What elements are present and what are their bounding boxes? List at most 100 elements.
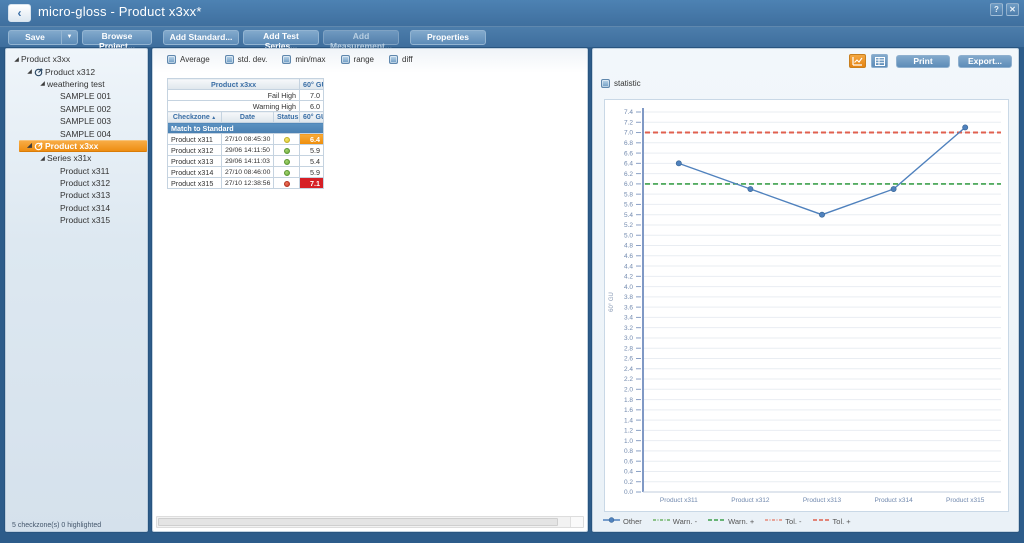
tree-item-product-x312[interactable]: ◢Product x312 bbox=[6, 65, 147, 77]
expander-icon[interactable]: ◢ bbox=[12, 56, 21, 63]
status-dot-ok bbox=[284, 159, 290, 165]
checkbox-box bbox=[389, 55, 398, 64]
tree-item-product-x314[interactable]: Product x314 bbox=[6, 202, 147, 214]
svg-text:2.6: 2.6 bbox=[624, 356, 633, 363]
chart-view-button[interactable] bbox=[849, 54, 866, 68]
app-window: ‹ micro-gloss - Product x3xx* ? ✕ Save ▼… bbox=[0, 0, 1024, 543]
back-button[interactable]: ‹ bbox=[8, 4, 31, 22]
column-header-60-gu[interactable]: 60° GU bbox=[300, 112, 324, 123]
table-title: Product x3xx bbox=[168, 79, 300, 90]
svg-text:1.6: 1.6 bbox=[624, 407, 633, 414]
table-row[interactable]: Product x31127/10 08:45:306.4 bbox=[168, 134, 324, 145]
svg-text:2.4: 2.4 bbox=[624, 366, 633, 373]
properties-button[interactable]: Properties bbox=[410, 30, 486, 45]
tree-item-series-x31x[interactable]: ◢Series x31x bbox=[6, 152, 147, 164]
title-bar: ‹ micro-gloss - Product x3xx* ? ✕ bbox=[0, 0, 1024, 26]
close-button[interactable]: ✕ bbox=[1006, 3, 1019, 16]
svg-text:5.2: 5.2 bbox=[624, 222, 633, 229]
row-date: 29/06 14:11:03 bbox=[222, 156, 274, 167]
checkbox-std-dev-[interactable]: std. dev. bbox=[225, 55, 268, 64]
expander-icon[interactable]: ◢ bbox=[25, 142, 34, 149]
tree-item-product-x315[interactable]: Product x315 bbox=[6, 214, 147, 226]
svg-text:7.4: 7.4 bbox=[624, 109, 633, 116]
add-test-series-button[interactable]: Add Test Series... bbox=[243, 30, 319, 45]
tree-item-sample-002[interactable]: SAMPLE 002 bbox=[6, 103, 147, 115]
expander-icon[interactable]: ◢ bbox=[38, 155, 47, 162]
table-row[interactable]: Product x31427/10 08:46:005.9 bbox=[168, 167, 324, 178]
svg-text:Product x312: Product x312 bbox=[731, 497, 770, 504]
scrollbar-thumb[interactable] bbox=[158, 518, 558, 526]
row-value: 6.4 bbox=[300, 134, 324, 145]
legend-label: Tol. - bbox=[785, 517, 801, 526]
status-dot-ok bbox=[284, 170, 290, 176]
checkbox-label: range bbox=[354, 55, 374, 64]
legend-item-tol-: Tol. + bbox=[813, 516, 851, 526]
svg-text:2.8: 2.8 bbox=[624, 345, 633, 352]
table-row[interactable]: Product x31527/10 12:38:567.1 bbox=[168, 178, 324, 189]
checkbox-min-max[interactable]: min/max bbox=[282, 55, 325, 64]
legend-dashdot-icon bbox=[653, 516, 670, 526]
tree-item-sample-004[interactable]: SAMPLE 004 bbox=[6, 127, 147, 139]
browse-project-button[interactable]: Browse Project... bbox=[82, 30, 152, 45]
svg-text:7.2: 7.2 bbox=[624, 119, 633, 126]
statistic-checkbox[interactable]: statistic bbox=[601, 79, 641, 88]
export-button[interactable]: Export... bbox=[958, 55, 1012, 68]
checkbox-average[interactable]: Average bbox=[167, 55, 210, 64]
table-row[interactable]: Product x31329/06 14:11:035.4 bbox=[168, 156, 324, 167]
svg-text:1.8: 1.8 bbox=[624, 397, 633, 404]
chart-toolbar: Print Export... bbox=[849, 54, 1012, 68]
svg-text:0.8: 0.8 bbox=[624, 448, 633, 455]
tree-item-label: Product x311 bbox=[60, 166, 109, 176]
svg-text:1.0: 1.0 bbox=[624, 438, 633, 445]
checkbox-box bbox=[225, 55, 234, 64]
checkbox-box bbox=[601, 79, 610, 88]
tree-item-label: Product x3xx bbox=[45, 141, 98, 151]
tree-item-product-x312[interactable]: Product x312 bbox=[6, 177, 147, 189]
column-header-date[interactable]: Date bbox=[222, 112, 274, 123]
tree-item-sample-003[interactable]: SAMPLE 003 bbox=[6, 115, 147, 127]
tree-item-label: Product x313 bbox=[60, 190, 110, 200]
table-row[interactable]: Product x31229/06 14:11:505.9 bbox=[168, 145, 324, 156]
scrollbar-corner bbox=[570, 517, 583, 527]
column-header-status[interactable]: Status bbox=[274, 112, 300, 123]
svg-text:1.2: 1.2 bbox=[624, 428, 633, 435]
horizontal-scrollbar[interactable] bbox=[156, 516, 584, 528]
tree-item-label: SAMPLE 004 bbox=[60, 129, 111, 139]
checkbox-label: std. dev. bbox=[238, 55, 268, 64]
tree-item-product-x3xx[interactable]: ◢ Product x3xx bbox=[19, 140, 147, 152]
legend-label: Warn. - bbox=[673, 517, 697, 526]
svg-text:6.0: 6.0 bbox=[624, 181, 633, 188]
column-header-checkzone[interactable]: Checkzone ▲ bbox=[168, 112, 222, 123]
add-standard-button[interactable]: Add Standard... bbox=[163, 30, 239, 45]
table-view-button[interactable] bbox=[871, 54, 888, 68]
checkbox-range[interactable]: range bbox=[341, 55, 374, 64]
chart-icon bbox=[852, 57, 863, 66]
checkbox-label: diff bbox=[402, 55, 413, 64]
tree-item-weathering-test[interactable]: ◢weathering test bbox=[6, 78, 147, 90]
chart-container: 0.00.20.40.60.81.01.21.41.61.82.02.22.42… bbox=[604, 99, 1009, 512]
checkbox-diff[interactable]: diff bbox=[389, 55, 413, 64]
statistic-label: statistic bbox=[614, 79, 641, 88]
save-button[interactable]: Save bbox=[8, 30, 62, 45]
legend-label: Warn. + bbox=[728, 517, 754, 526]
save-split-button: Save ▼ bbox=[8, 30, 78, 45]
save-dropdown-button[interactable]: ▼ bbox=[62, 30, 78, 45]
help-button[interactable]: ? bbox=[990, 3, 1003, 16]
svg-text:60° GU: 60° GU bbox=[609, 292, 615, 312]
tree-status: 5 checkzone(s) 0 highlighted bbox=[12, 522, 101, 529]
row-value: 5.4 bbox=[300, 156, 324, 167]
status-dot-warning bbox=[284, 137, 290, 143]
print-button[interactable]: Print bbox=[896, 55, 950, 68]
svg-text:Product x311: Product x311 bbox=[660, 497, 698, 504]
legend-item-other: Other bbox=[603, 516, 642, 526]
tree-item-product-x3xx[interactable]: ◢Product x3xx bbox=[6, 53, 147, 65]
tree-item-product-x313[interactable]: Product x313 bbox=[6, 189, 147, 201]
row-value: 5.9 bbox=[300, 145, 324, 156]
expander-icon[interactable]: ◢ bbox=[25, 68, 34, 75]
svg-text:6.6: 6.6 bbox=[624, 150, 633, 157]
row-checkzone: Product x311 bbox=[168, 134, 222, 145]
tree-item-product-x311[interactable]: Product x311 bbox=[6, 165, 147, 177]
expander-icon[interactable]: ◢ bbox=[38, 80, 47, 87]
add-measurement-button: Add Measurement... bbox=[323, 30, 399, 45]
tree-item-sample-001[interactable]: SAMPLE 001 bbox=[6, 90, 147, 102]
